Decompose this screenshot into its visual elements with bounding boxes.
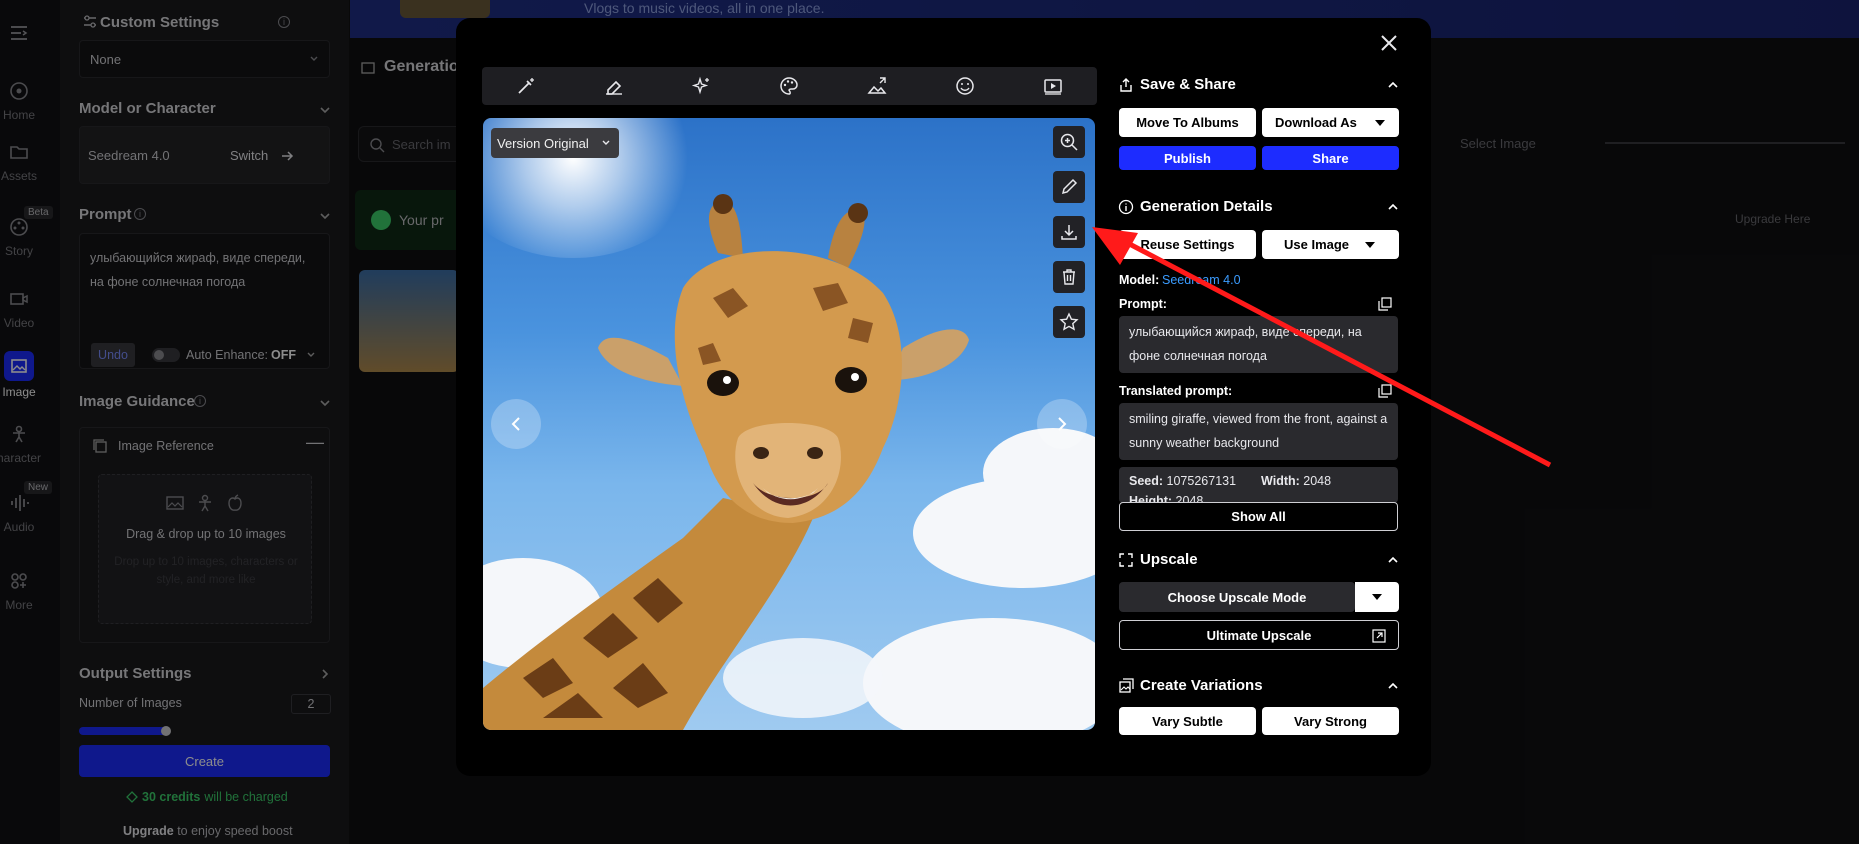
chevron-up-icon[interactable] [1386, 78, 1400, 92]
chevron-up-icon[interactable] [1386, 553, 1400, 567]
caret-down-icon [1375, 120, 1385, 126]
video-play-icon[interactable] [1042, 75, 1064, 97]
ultimate-upscale-button[interactable]: Ultimate Upscale [1119, 620, 1399, 650]
previous-image-button[interactable] [491, 399, 541, 449]
sparkles-icon[interactable] [691, 75, 713, 97]
chevron-left-icon [511, 417, 520, 431]
save-share-title: Save & Share [1140, 76, 1236, 93]
info-circle-icon [1118, 199, 1134, 215]
seed-label: Seed: [1129, 474, 1164, 488]
landscape-expand-icon[interactable] [866, 75, 888, 97]
create-variations-title: Create Variations [1140, 677, 1263, 694]
width-label: Width: [1261, 474, 1300, 488]
upscale-mode-dropdown[interactable] [1355, 582, 1399, 612]
edit-toolbar [482, 67, 1097, 105]
star-icon [1059, 312, 1079, 331]
zoom-in-icon [1060, 133, 1078, 151]
external-link-icon [1372, 629, 1386, 643]
palette-icon[interactable] [778, 75, 800, 97]
share-button[interactable]: Share [1262, 146, 1399, 170]
edit-button[interactable] [1053, 171, 1085, 203]
share-icon [1120, 78, 1132, 92]
chevron-right-icon [1058, 417, 1067, 431]
chevron-up-icon[interactable] [1386, 679, 1400, 693]
upscale-title: Upscale [1140, 551, 1198, 568]
download-as-label: Download As [1275, 115, 1357, 130]
download-icon [1061, 225, 1077, 240]
eraser-icon[interactable] [603, 75, 625, 97]
variations-icon [1119, 678, 1134, 693]
download-as-button[interactable]: Download As [1262, 108, 1399, 137]
vary-strong-button[interactable]: Vary Strong [1262, 707, 1399, 735]
move-to-albums-button[interactable]: Move To Albums [1119, 108, 1256, 137]
version-label: Version Original [497, 135, 589, 151]
trash-icon [1063, 269, 1075, 285]
choose-upscale-mode-button[interactable]: Choose Upscale Mode [1119, 582, 1355, 612]
vary-subtle-button[interactable]: Vary Subtle [1119, 707, 1256, 735]
caret-down-icon [1372, 594, 1382, 600]
seed-value: 1075267131 [1166, 474, 1237, 488]
magic-wand-icon[interactable] [515, 75, 537, 97]
pencil-icon [1061, 178, 1078, 195]
close-icon[interactable] [1376, 30, 1402, 56]
smiley-face-icon[interactable] [954, 75, 976, 97]
publish-button[interactable]: Publish [1119, 146, 1256, 170]
chevron-down-icon [602, 140, 610, 145]
generation-details-title: Generation Details [1140, 198, 1273, 215]
width-value: 2048 [1303, 474, 1332, 488]
chevron-up-icon[interactable] [1386, 200, 1400, 214]
giraffe-image [483, 194, 969, 730]
annotation-arrow [1092, 227, 1552, 468]
expand-icon [1119, 553, 1133, 567]
image-viewer[interactable] [483, 118, 1095, 730]
version-select[interactable]: Version Original [491, 128, 619, 158]
ultimate-upscale-label: Ultimate Upscale [1206, 627, 1312, 643]
show-all-button[interactable]: Show All [1119, 502, 1398, 531]
zoom-in-button[interactable] [1053, 126, 1085, 158]
